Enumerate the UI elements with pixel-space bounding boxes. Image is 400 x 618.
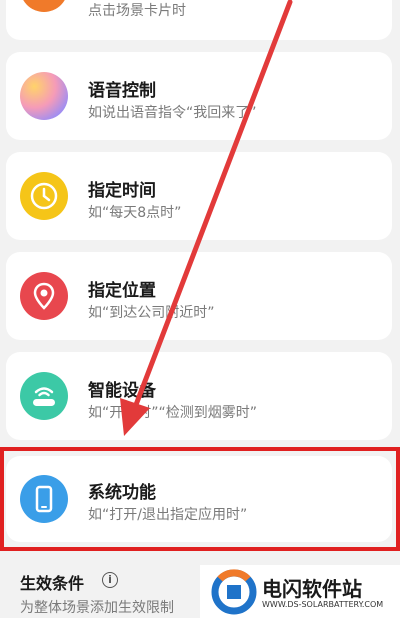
card-title: 指定时间 xyxy=(88,181,156,201)
scene-card-tap[interactable]: 点击场景卡片时 xyxy=(6,0,392,40)
watermark-logo-icon xyxy=(211,569,257,615)
card-subtitle: 点击场景卡片时 xyxy=(88,3,186,19)
watermark: 电闪软件站 WWW.DS-SOLARBATTERY.COM xyxy=(200,565,400,618)
card-subtitle: 如说出语音指令“我回来了” xyxy=(88,105,257,121)
watermark-name: 电闪软件站 xyxy=(262,577,362,601)
card-subtitle: 如“每天8点时” xyxy=(88,205,182,221)
highlight-box xyxy=(0,447,400,551)
condition-card-voice[interactable]: 语音控制 如说出语音指令“我回来了” xyxy=(6,52,392,140)
condition-card-time[interactable]: 指定时间 如“每天8点时” xyxy=(6,152,392,240)
router-device-icon xyxy=(20,372,68,420)
card-subtitle: 如“开灯时”“检测到烟雾时” xyxy=(88,405,258,421)
location-pin-icon xyxy=(20,272,68,320)
info-icon[interactable]: i xyxy=(102,572,118,588)
condition-card-location[interactable]: 指定位置 如“到达公司附近时” xyxy=(6,252,392,340)
voice-gradient-icon xyxy=(20,72,68,120)
effective-conditions-subtitle: 为整体场景添加生效限制 xyxy=(20,600,174,616)
watermark-url: WWW.DS-SOLARBATTERY.COM xyxy=(262,600,384,609)
clock-icon xyxy=(20,172,68,220)
card-title: 智能设备 xyxy=(88,381,156,401)
condition-card-smart-device[interactable]: 智能设备 如“开灯时”“检测到烟雾时” xyxy=(6,352,392,440)
card-title: 语音控制 xyxy=(88,81,156,101)
effective-conditions-title: 生效条件 xyxy=(20,574,85,593)
card-title: 指定位置 xyxy=(88,281,156,301)
card-subtitle: 如“到达公司附近时” xyxy=(88,305,215,321)
orange-scene-icon xyxy=(20,0,68,12)
